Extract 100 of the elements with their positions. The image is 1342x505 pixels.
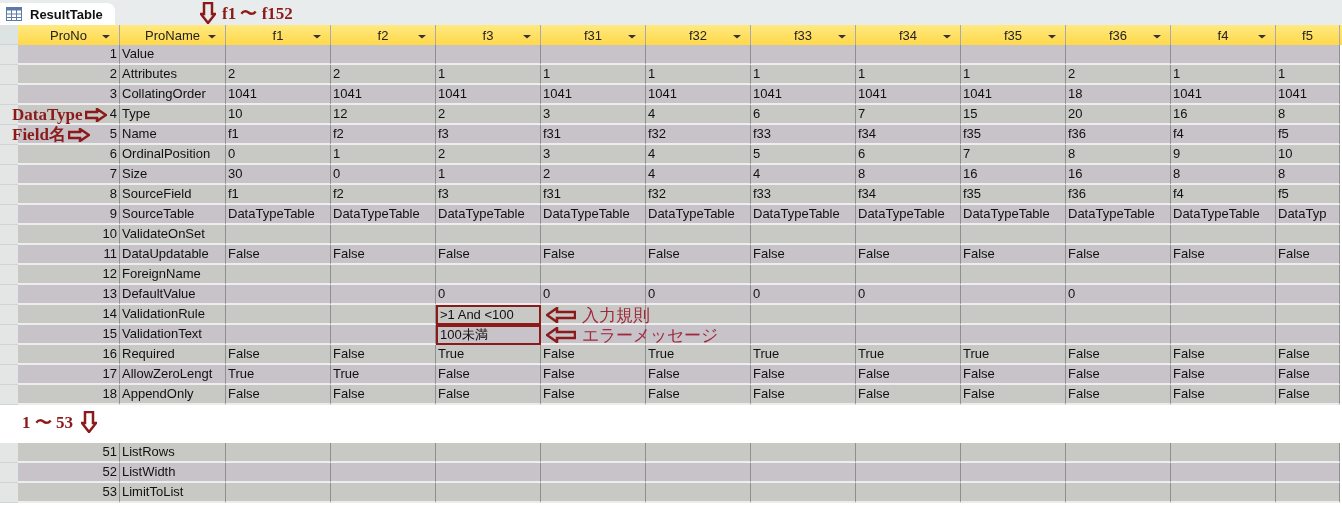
table-cell: 0 bbox=[541, 285, 646, 305]
table-cell: 12 bbox=[18, 265, 120, 285]
table-cell: 2 bbox=[226, 65, 331, 85]
table-cell: 2 bbox=[331, 65, 436, 85]
table-cell: False bbox=[1171, 385, 1276, 405]
table-cell: 18 bbox=[18, 385, 120, 405]
table-cell: False bbox=[1171, 345, 1276, 365]
table-cell: False bbox=[226, 385, 331, 405]
dropdown-arrow-icon[interactable] bbox=[837, 33, 847, 39]
table-cell: DataTypeTable bbox=[1066, 205, 1171, 225]
table-cell: 9 bbox=[1171, 145, 1276, 165]
table-cell: 51 bbox=[18, 443, 120, 463]
table-cell: 8 bbox=[1171, 165, 1276, 185]
annotation-text: DataType bbox=[12, 106, 83, 123]
table-cell: 1041 bbox=[541, 85, 646, 105]
table-cell: Size bbox=[120, 165, 226, 185]
table-cell: 0 bbox=[646, 285, 751, 305]
table-cell: 16 bbox=[961, 165, 1066, 185]
dropdown-arrow-icon[interactable] bbox=[627, 33, 637, 39]
dropdown-arrow-icon[interactable] bbox=[522, 33, 532, 39]
down-arrow-icon bbox=[200, 2, 216, 24]
table-cell: 16 bbox=[1171, 105, 1276, 125]
table-cell: False bbox=[1066, 365, 1171, 385]
table-cell: ValidateOnSet bbox=[120, 225, 226, 245]
table-cell: 8 bbox=[1276, 105, 1340, 125]
table-cell: False bbox=[1066, 345, 1171, 365]
table-cell: 7 bbox=[856, 105, 961, 125]
table-cell: False bbox=[751, 245, 856, 265]
table-cell: 1041 bbox=[961, 85, 1066, 105]
table-cell: OrdinalPosition bbox=[120, 145, 226, 165]
table-cell: ForeignName bbox=[120, 265, 226, 285]
select-all-corner[interactable] bbox=[0, 25, 18, 45]
table-cell: 6 bbox=[856, 145, 961, 165]
table-cell: 1041 bbox=[856, 85, 961, 105]
table-cell: f32 bbox=[646, 185, 751, 205]
dropdown-arrow-icon[interactable] bbox=[1152, 33, 1162, 39]
table-cell: f36 bbox=[1066, 185, 1171, 205]
table-cell: False bbox=[436, 385, 541, 405]
table-cell: Attributes bbox=[120, 65, 226, 85]
table-cell: 3 bbox=[18, 85, 120, 105]
table-cell: False bbox=[646, 365, 751, 385]
table-cell: 0 bbox=[226, 145, 331, 165]
table-cell: f2 bbox=[331, 125, 436, 145]
table-cell: f3 bbox=[436, 125, 541, 145]
table-cell: 18 bbox=[1066, 85, 1171, 105]
table-cell: False bbox=[226, 245, 331, 265]
table-cell: 0 bbox=[1066, 285, 1171, 305]
dropdown-arrow-icon[interactable] bbox=[732, 33, 742, 39]
table-cell: 1041 bbox=[436, 85, 541, 105]
table-cell: Value bbox=[120, 45, 226, 65]
table-cell: SourceField bbox=[120, 185, 226, 205]
table-cell: SourceTable bbox=[120, 205, 226, 225]
table-cell: 1 bbox=[646, 65, 751, 85]
table-cell: 9 bbox=[18, 205, 120, 225]
table-cell: False bbox=[856, 245, 961, 265]
dropdown-arrow-icon[interactable] bbox=[942, 33, 952, 39]
table-cell: 10 bbox=[1276, 145, 1340, 165]
table-cell bbox=[1276, 225, 1340, 245]
table-cell: Name bbox=[120, 125, 226, 145]
annotation-text: f1 〜 f152 bbox=[222, 4, 293, 22]
table-cell: ValidationRule bbox=[120, 305, 226, 325]
table-cell: 53 bbox=[18, 483, 120, 503]
table-cell: 3 bbox=[541, 145, 646, 165]
dropdown-arrow-icon[interactable] bbox=[207, 33, 217, 39]
table-cell: DataTypeTable bbox=[436, 205, 541, 225]
table-cell: f31 bbox=[541, 185, 646, 205]
table-cell: False bbox=[961, 385, 1066, 405]
table-cell: True bbox=[331, 365, 436, 385]
dropdown-arrow-icon[interactable] bbox=[1047, 33, 1057, 39]
table-cell bbox=[1276, 463, 1340, 483]
table-cell: 4 bbox=[646, 145, 751, 165]
table-cell: 20 bbox=[1066, 105, 1171, 125]
table-cell: True bbox=[961, 345, 1066, 365]
table-cell: 7 bbox=[18, 165, 120, 185]
table-cell: False bbox=[226, 345, 331, 365]
table-cell: 1 bbox=[18, 45, 120, 65]
table-cell: ValidationText bbox=[120, 325, 226, 345]
table-cell: False bbox=[1276, 345, 1340, 365]
dropdown-arrow-icon[interactable] bbox=[417, 33, 427, 39]
dropdown-arrow-icon[interactable] bbox=[312, 33, 322, 39]
table-cell: False bbox=[1171, 365, 1276, 385]
table-cell bbox=[1276, 483, 1340, 503]
dropdown-arrow-icon[interactable] bbox=[1257, 33, 1267, 39]
table-cell: 6 bbox=[18, 145, 120, 165]
table-cell: False bbox=[1276, 245, 1340, 265]
table-cell: 30 bbox=[226, 165, 331, 185]
dropdown-arrow-icon[interactable] bbox=[101, 33, 111, 39]
table-cell: False bbox=[856, 365, 961, 385]
table-cell: 1 bbox=[961, 65, 1066, 85]
table-cell: False bbox=[436, 365, 541, 385]
table-cell: f33 bbox=[751, 125, 856, 145]
table-cell bbox=[1276, 265, 1340, 285]
table-tab[interactable]: ResultTable bbox=[0, 3, 115, 25]
table-cell: False bbox=[961, 365, 1066, 385]
table-cell: 8 bbox=[1066, 145, 1171, 165]
left-arrow-icon bbox=[546, 327, 576, 343]
table-cell: 8 bbox=[1276, 165, 1340, 185]
table-cell: 1 bbox=[331, 145, 436, 165]
table-cell: 15 bbox=[18, 325, 120, 345]
table-cell: 2 bbox=[436, 105, 541, 125]
